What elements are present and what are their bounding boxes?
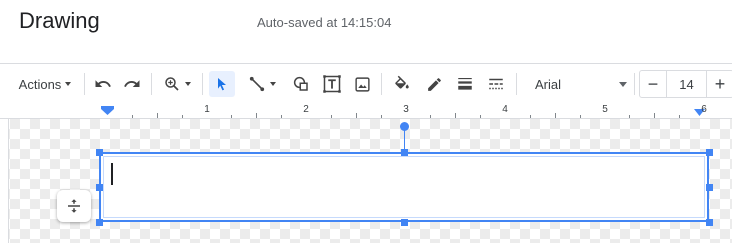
ruler-tick <box>679 115 680 118</box>
ruler-label: 2 <box>303 104 309 115</box>
zoom-icon <box>165 77 179 91</box>
resize-handle-right[interactable] <box>706 184 713 191</box>
resize-handle-top[interactable] <box>401 149 408 156</box>
actions-label: Actions <box>18 76 62 92</box>
ruler-tick <box>629 115 630 118</box>
drawing-title[interactable]: Drawing <box>19 8 100 34</box>
shape-icon <box>293 76 308 91</box>
toolbar-divider <box>516 73 517 95</box>
redo-button[interactable] <box>120 64 144 104</box>
actions-menu[interactable]: Actions <box>12 64 78 104</box>
horizontal-ruler: 1 2 3 4 5 6 <box>0 104 732 119</box>
vertical-align-icon <box>68 199 80 213</box>
ruler-tick <box>455 113 456 118</box>
resize-handle-bottom[interactable] <box>401 219 408 226</box>
ruler-tick <box>281 115 282 118</box>
redo-icon <box>124 80 140 87</box>
ruler-tick <box>480 115 481 118</box>
fill-color-button[interactable] <box>390 64 414 104</box>
line-button[interactable] <box>240 64 284 104</box>
ruler-tick <box>555 113 556 118</box>
toolbar-divider <box>202 73 203 95</box>
font-size-increase-button[interactable]: + <box>706 70 732 98</box>
undo-button[interactable] <box>91 64 115 104</box>
textbox-icon <box>323 75 341 93</box>
textbox-button[interactable] <box>319 64 345 104</box>
text-box-inner-border <box>103 156 705 218</box>
text-cursor <box>111 163 113 185</box>
ruler-tick <box>182 115 183 118</box>
select-button[interactable] <box>209 71 235 97</box>
image-icon <box>354 76 370 92</box>
text-box[interactable] <box>99 152 709 222</box>
chevron-down-icon <box>270 82 276 86</box>
ruler-tick <box>331 115 332 118</box>
ruler-label: 6 <box>701 104 707 115</box>
ruler-label: 3 <box>403 104 409 115</box>
ruler-label: 4 <box>502 104 508 115</box>
resize-handle-left[interactable] <box>96 184 103 191</box>
border-weight-icon <box>458 78 472 90</box>
chevron-down-icon <box>65 82 72 86</box>
resize-handle-top-left[interactable] <box>96 149 103 156</box>
ruler-tick <box>356 113 357 118</box>
toolbar-divider <box>84 73 85 95</box>
ruler-label: 5 <box>602 104 608 115</box>
chevron-down-icon <box>185 82 191 86</box>
select-icon <box>218 78 226 91</box>
ruler-tick <box>231 115 232 118</box>
ruler-tick <box>580 115 581 118</box>
resize-handle-bottom-left[interactable] <box>96 219 103 226</box>
shape-button[interactable] <box>289 64 313 104</box>
ruler-tick <box>530 115 531 118</box>
ruler-tick <box>430 115 431 118</box>
fill-color-icon <box>395 75 409 89</box>
vertical-ruler <box>0 119 9 243</box>
image-button[interactable] <box>350 64 374 104</box>
line-icon <box>249 76 265 92</box>
ruler-tick <box>381 115 382 118</box>
border-dash-button[interactable] <box>484 64 508 104</box>
chevron-down-icon <box>619 81 627 87</box>
zoom-button[interactable] <box>158 64 196 104</box>
ruler-label: 1 <box>204 104 210 115</box>
font-select[interactable]: Arial <box>527 64 631 104</box>
toolbar: Actions Arial − 14 + <box>0 63 732 105</box>
toolbar-divider <box>151 73 152 95</box>
font-name: Arial <box>535 76 562 92</box>
ruler-tick <box>157 113 158 118</box>
resize-handle-top-right[interactable] <box>706 149 713 156</box>
vertical-align-button[interactable] <box>57 190 91 222</box>
left-indent-marker-icon[interactable] <box>101 106 114 116</box>
border-dash-icon <box>489 78 503 90</box>
undo-icon <box>95 80 111 87</box>
autosave-status: Auto-saved at 14:15:04 <box>257 15 392 30</box>
resize-handle-bottom-right[interactable] <box>706 219 713 226</box>
border-color-icon <box>427 77 441 91</box>
toolbar-divider <box>634 73 635 95</box>
toolbar-divider <box>381 73 382 95</box>
rotate-handle[interactable] <box>400 122 409 131</box>
border-color-button[interactable] <box>422 64 446 104</box>
font-size-input[interactable]: 14 <box>667 70 706 98</box>
ruler-tick <box>654 113 655 118</box>
font-size-decrease-button[interactable]: − <box>639 70 667 98</box>
ruler-tick <box>256 113 257 118</box>
border-weight-button[interactable] <box>453 64 477 104</box>
ruler-tick <box>132 115 133 118</box>
